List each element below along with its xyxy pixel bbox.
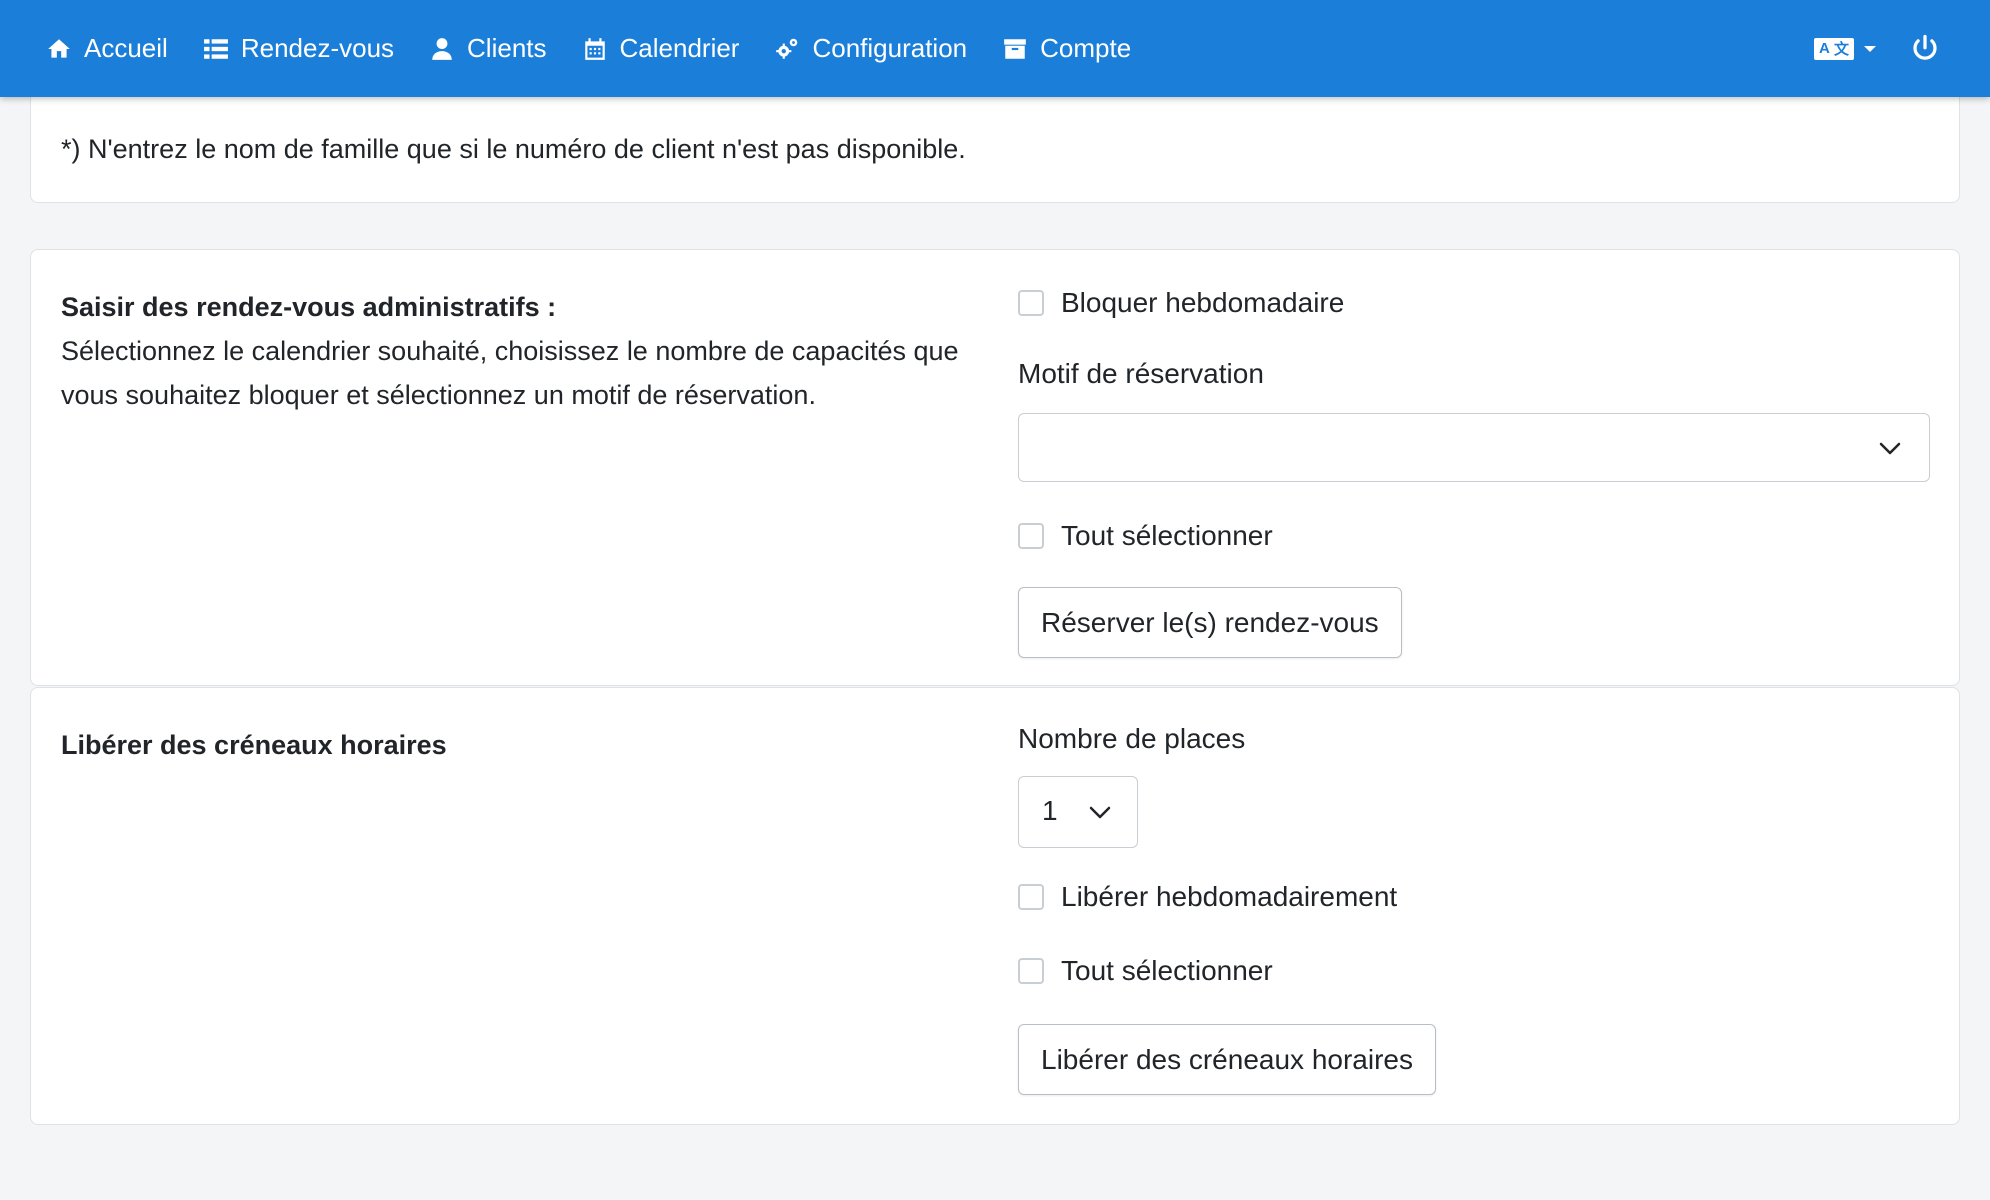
places-select[interactable]: 1: [1018, 776, 1138, 848]
nav-menu: Accueil Rendez-vous Clients Calendrier C…: [46, 0, 1166, 97]
nav-item-clients[interactable]: Clients: [429, 0, 547, 97]
language-dropdown[interactable]: A文: [1814, 37, 1876, 60]
translate-icon: A文: [1814, 37, 1854, 60]
release-weekly-checkbox[interactable]: [1018, 884, 1044, 910]
block-weekly-label: Bloquer hebdomadaire: [1061, 287, 1345, 318]
places-select-value: 1: [1042, 795, 1058, 826]
release-description-block: Libérer des créneaux horaires: [61, 723, 961, 767]
release-weekly-checkbox-row[interactable]: Libérer hebdomadairement: [1018, 881, 1397, 913]
caret-down-icon: [1864, 45, 1876, 52]
nav-item-compte[interactable]: Compte: [1002, 0, 1131, 97]
chevron-down-icon: [1879, 442, 1901, 455]
block-weekly-checkbox-row[interactable]: Bloquer hebdomadaire: [1018, 287, 1344, 319]
nav-item-calendrier[interactable]: Calendrier: [582, 0, 740, 97]
admin-description: Sélectionnez le calendrier souhaité, cho…: [61, 336, 959, 410]
release-select-all-checkbox[interactable]: [1018, 958, 1044, 984]
admin-title: Saisir des rendez-vous administratifs :: [61, 292, 557, 322]
cogs-icon: [776, 38, 798, 59]
release-weekly-label: Libérer hebdomadairement: [1061, 881, 1398, 912]
nav-item-configuration[interactable]: Configuration: [774, 0, 967, 97]
nav-item-label: Configuration: [812, 33, 968, 63]
nav-right-group: A文: [1814, 0, 1990, 97]
places-label: Nombre de places: [1018, 723, 1246, 754]
release-slots-card: Libérer des créneaux horaires Nombre de …: [30, 687, 1960, 1125]
power-icon[interactable]: [1910, 34, 1940, 64]
user-icon: [432, 37, 452, 60]
admin-appointments-card: Saisir des rendez-vous administratifs : …: [30, 249, 1960, 686]
nav-item-label: Compte: [1040, 33, 1132, 63]
nav-item-label: Rendez-vous: [240, 33, 395, 63]
admin-select-all-label: Tout sélectionner: [1061, 520, 1273, 551]
chevron-down-icon: [1089, 806, 1111, 819]
release-select-all-label: Tout sélectionner: [1061, 955, 1273, 986]
admin-select-all-checkbox[interactable]: [1018, 523, 1044, 549]
nav-item-rendez-vous[interactable]: Rendez-vous: [203, 0, 394, 97]
archive-icon: [1004, 38, 1026, 59]
block-weekly-checkbox[interactable]: [1018, 290, 1044, 316]
nav-item-label: Calendrier: [619, 33, 740, 63]
release-title: Libérer des créneaux horaires: [61, 730, 447, 760]
reason-select[interactable]: [1018, 413, 1930, 482]
admin-select-all-row[interactable]: Tout sélectionner: [1018, 520, 1273, 552]
admin-description-block: Saisir des rendez-vous administratifs : …: [61, 285, 961, 417]
reason-label: Motif de réservation: [1018, 358, 1264, 389]
home-icon: [48, 38, 70, 58]
nav-item-accueil[interactable]: Accueil: [46, 0, 168, 97]
list-icon: [203, 38, 228, 59]
release-slots-button[interactable]: Libérer des créneaux horaires: [1018, 1024, 1436, 1095]
nav-item-label: Accueil: [84, 33, 168, 63]
customer-name-note: *) N'entrez le nom de famille que si le …: [61, 134, 966, 164]
release-select-all-row[interactable]: Tout sélectionner: [1018, 955, 1273, 987]
top-navbar: Accueil Rendez-vous Clients Calendrier C…: [0, 0, 1990, 97]
book-appointments-button[interactable]: Réserver le(s) rendez-vous: [1018, 587, 1402, 658]
calendar-icon: [584, 37, 605, 60]
nav-item-label: Clients: [467, 33, 547, 63]
